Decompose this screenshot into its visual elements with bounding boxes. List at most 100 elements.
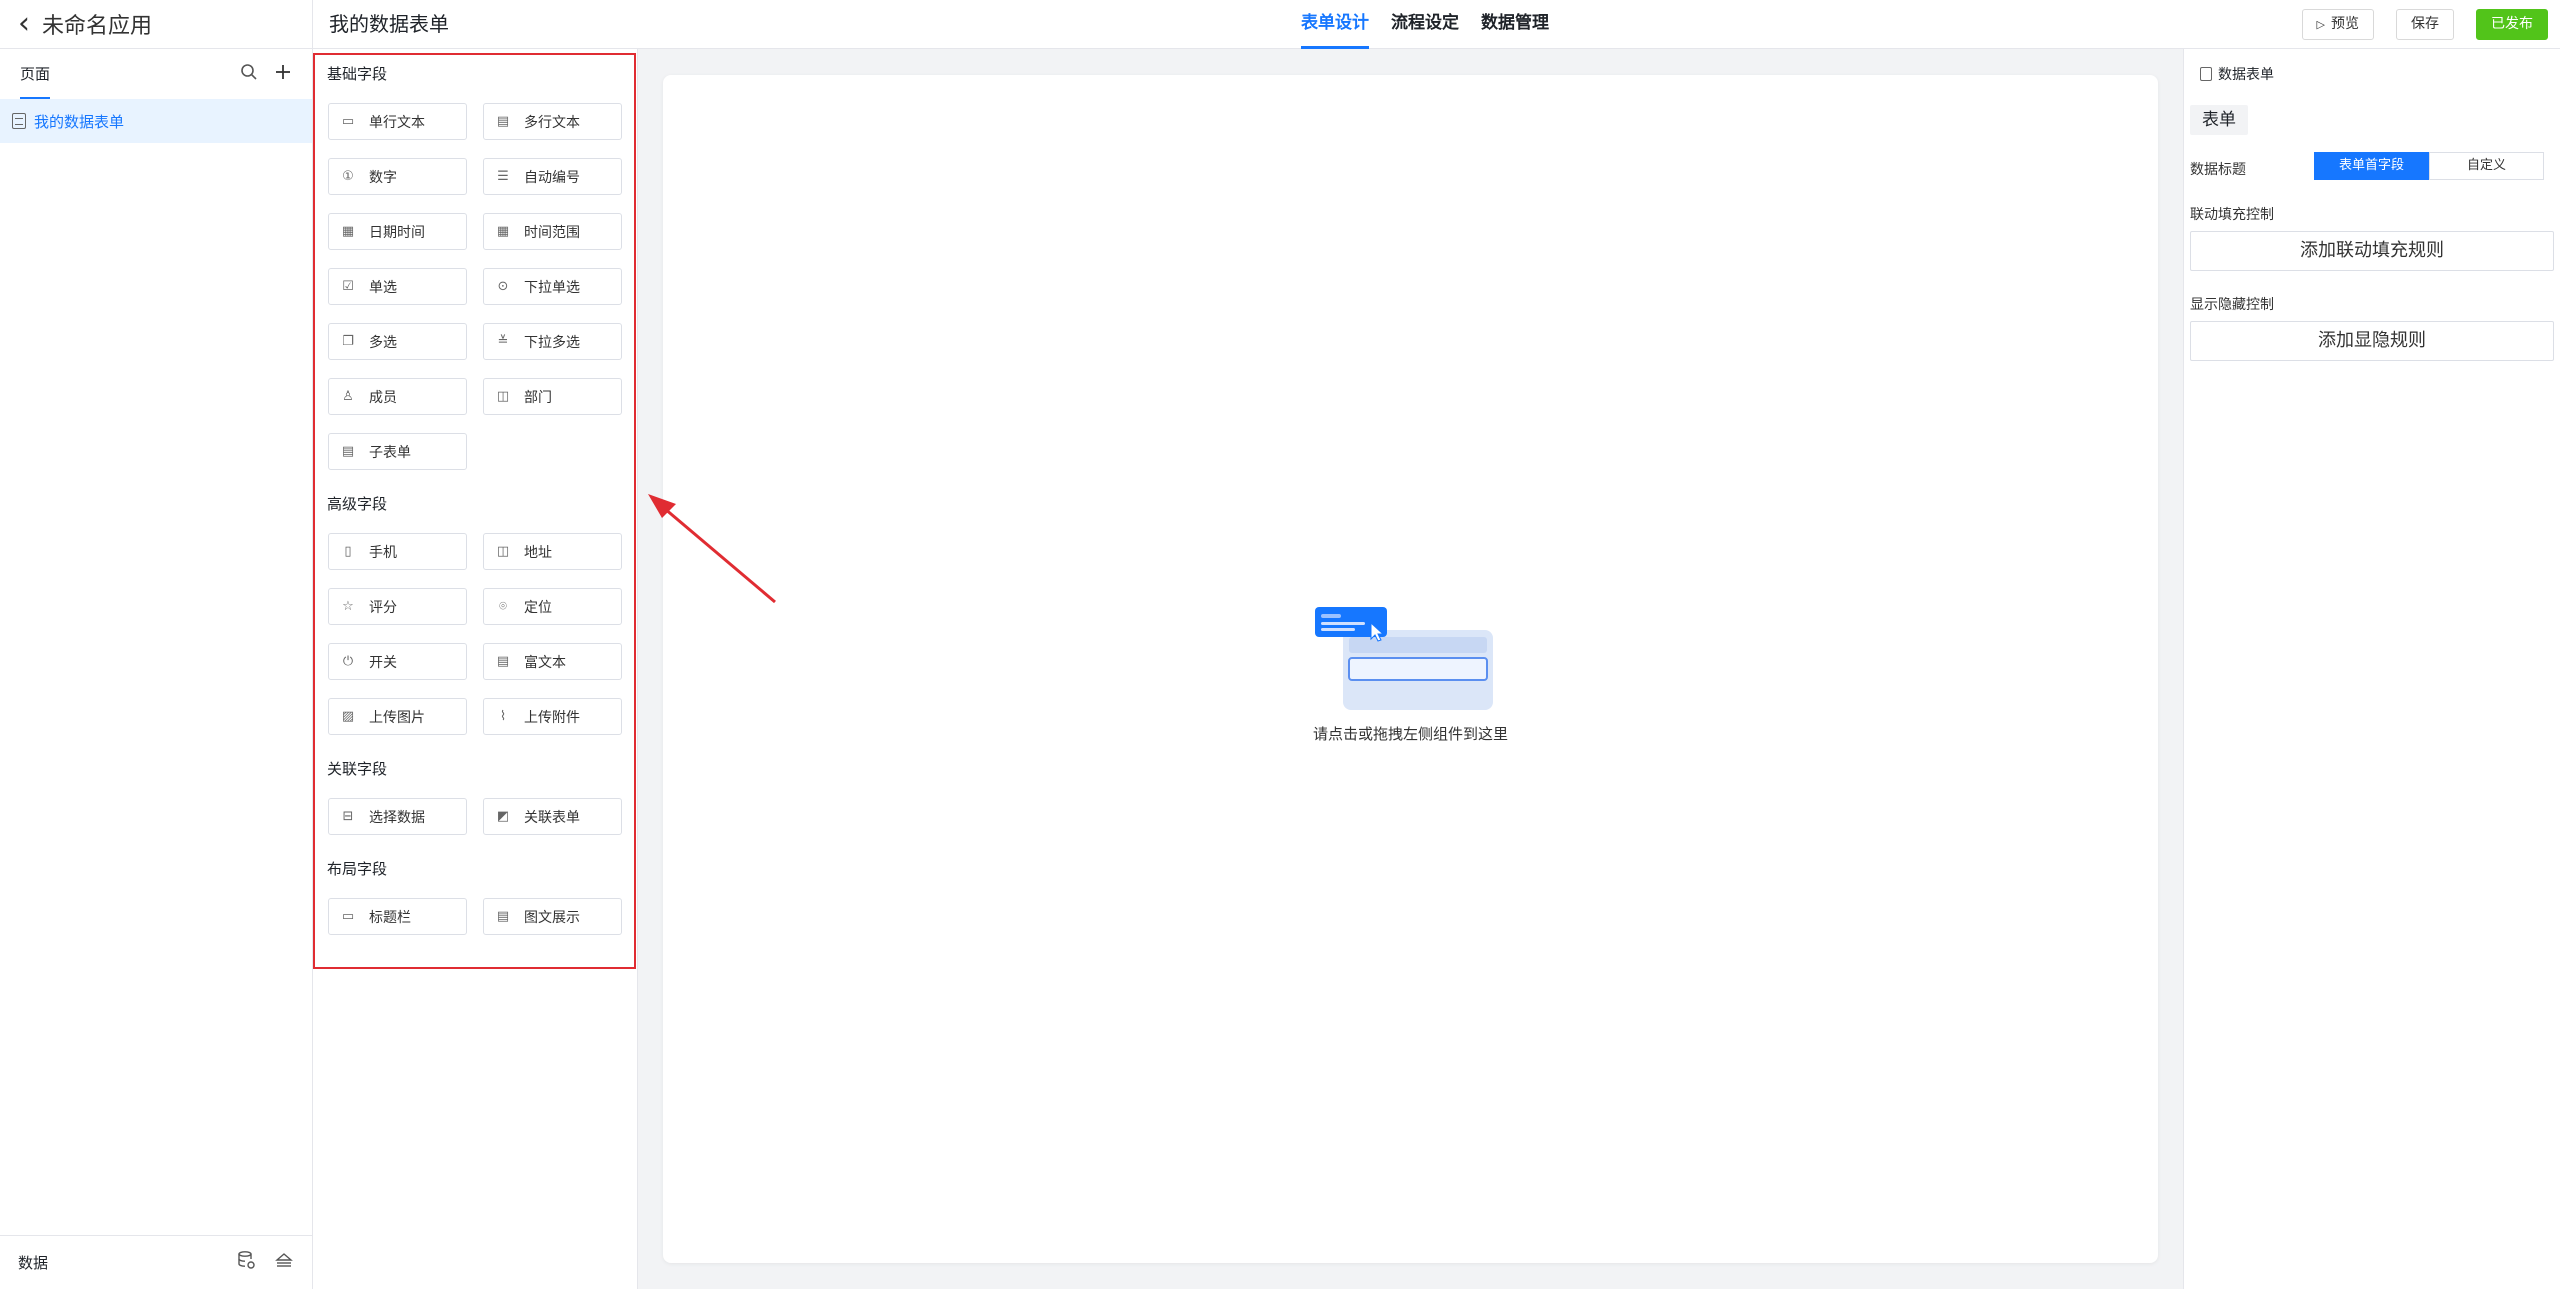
component-label: 手机 xyxy=(369,544,397,561)
select-data-icon: ⊟ xyxy=(342,809,354,824)
empty-illustration xyxy=(1315,607,1493,710)
sidebar-item-my-form[interactable]: 我的数据表单 xyxy=(0,99,312,143)
component-upload-image[interactable]: ▨ 上传图片 xyxy=(328,698,467,735)
tab-workflow[interactable]: 流程设定 xyxy=(1391,0,1459,49)
search-icon[interactable] xyxy=(240,63,258,86)
component-label: 单行文本 xyxy=(369,114,425,131)
properties-header: 数据表单 xyxy=(2184,49,2560,99)
component-linked-form[interactable]: ◩ 关联表单 xyxy=(483,798,622,835)
title-bar-icon: ▭ xyxy=(341,909,355,924)
component-member[interactable]: ♙ 成员 xyxy=(328,378,467,415)
form-canvas[interactable]: 请点击或拖拽左侧组件到这里 xyxy=(663,75,2158,1263)
image-text-icon: ▤ xyxy=(496,909,510,924)
component-dropdown-single[interactable]: ⊙ 下拉单选 xyxy=(483,268,622,305)
component-label: 数字 xyxy=(369,169,397,186)
component-rating[interactable]: ☆ 评分 xyxy=(328,588,467,625)
map-icon: ◫ xyxy=(496,544,510,559)
segment-custom[interactable]: 自定义 xyxy=(2429,152,2544,180)
collapse-icon[interactable] xyxy=(274,1250,294,1275)
app-window: ‹ 未命名应用 页面 我的数据表单 数据 我的数据表单 表单设计 流程设定 数据… xyxy=(0,0,2560,1289)
component-number[interactable]: ① 数字 xyxy=(328,158,467,195)
number-icon: ① xyxy=(342,169,354,184)
component-phone[interactable]: ▯ 手机 xyxy=(328,533,467,570)
header-actions: ▷ 预览 保存 已发布 xyxy=(2280,9,2548,40)
text-icon: ▭ xyxy=(341,114,355,129)
calendar-range-icon: ▦ xyxy=(496,224,510,239)
component-checkbox[interactable]: ❐ 多选 xyxy=(328,323,467,360)
component-address[interactable]: ◫ 地址 xyxy=(483,533,622,570)
component-subform[interactable]: ▤ 子表单 xyxy=(328,433,467,470)
pages-bar: 页面 xyxy=(0,49,312,99)
component-label: 图文展示 xyxy=(524,909,580,926)
linkage-label: 联动填充控制 xyxy=(2190,207,2274,223)
component-label: 时间范围 xyxy=(524,224,580,241)
linked-form-icon: ◩ xyxy=(496,809,510,824)
left-sidebar: ‹ 未命名应用 页面 我的数据表单 数据 xyxy=(0,0,313,1289)
component-radio[interactable]: ☑ 单选 xyxy=(328,268,467,305)
star-icon: ☆ xyxy=(342,599,354,614)
component-label: 富文本 xyxy=(524,654,566,671)
properties-title: 数据表单 xyxy=(2218,67,2274,83)
play-icon: ▷ xyxy=(2316,18,2325,31)
data-title-segmented: 表单首字段 自定义 xyxy=(2314,152,2544,180)
phone-icon: ▯ xyxy=(344,544,352,559)
component-label: 多行文本 xyxy=(524,114,580,131)
component-label: 自动编号 xyxy=(524,169,580,186)
segment-first-field[interactable]: 表单首字段 xyxy=(2314,152,2429,180)
component-label: 上传图片 xyxy=(369,709,425,726)
tab-pages[interactable]: 页面 xyxy=(20,49,51,99)
power-icon: ⏻ xyxy=(342,654,354,669)
user-icon: ♙ xyxy=(342,389,354,404)
save-button[interactable]: 保存 xyxy=(2396,9,2454,40)
department-icon: ◫ xyxy=(496,389,510,404)
component-label: 评分 xyxy=(369,599,397,616)
component-multi-line-text[interactable]: ▤ 多行文本 xyxy=(483,103,622,140)
plus-icon[interactable] xyxy=(274,63,292,86)
component-switch[interactable]: ⏻ 开关 xyxy=(328,643,467,680)
component-rich-text[interactable]: ▤ 富文本 xyxy=(483,643,622,680)
component-location[interactable]: ⌾ 定位 xyxy=(483,588,622,625)
rich-text-icon: ▤ xyxy=(496,654,510,669)
database-icon[interactable] xyxy=(236,1250,256,1275)
component-select-data[interactable]: ⊟ 选择数据 xyxy=(328,798,467,835)
component-image-text[interactable]: ▤ 图文展示 xyxy=(483,898,622,935)
section-title-basic: 基础字段 xyxy=(327,65,388,83)
component-label: 下拉单选 xyxy=(524,279,580,296)
add-visibility-rule-button[interactable]: 添加显隐规则 xyxy=(2190,321,2554,361)
component-dropdown-multi[interactable]: ≚ 下拉多选 xyxy=(483,323,622,360)
component-label: 日期时间 xyxy=(369,224,425,241)
app-header: ‹ 未命名应用 xyxy=(0,0,312,49)
add-linkage-rule-button[interactable]: 添加联动填充规则 xyxy=(2190,231,2554,271)
preview-button[interactable]: ▷ 预览 xyxy=(2301,9,2374,40)
document-icon: ▤ xyxy=(496,114,510,129)
multi-check-icon: ❐ xyxy=(342,334,354,349)
component-department[interactable]: ◫ 部门 xyxy=(483,378,622,415)
component-label: 关联表单 xyxy=(524,809,580,826)
publish-button[interactable]: 已发布 xyxy=(2476,9,2548,40)
component-auto-number[interactable]: ☰ 自动编号 xyxy=(483,158,622,195)
annotation-arrow xyxy=(648,494,776,604)
paperclip-icon: ⌇ xyxy=(499,709,507,724)
component-datetime[interactable]: ▦ 日期时间 xyxy=(328,213,467,250)
component-time-range[interactable]: ▦ 时间范围 xyxy=(483,213,622,250)
component-label: 子表单 xyxy=(369,444,411,461)
tab-form-design[interactable]: 表单设计 xyxy=(1301,0,1369,49)
component-label: 标题栏 xyxy=(369,909,411,926)
component-upload-attachment[interactable]: ⌇ 上传附件 xyxy=(483,698,622,735)
chevron-left-icon[interactable]: ‹ xyxy=(18,9,30,39)
list-number-icon: ☰ xyxy=(497,169,509,184)
sidebar-item-label: 我的数据表单 xyxy=(34,112,125,131)
data-title-label: 数据标题 xyxy=(2190,162,2246,178)
component-label: 成员 xyxy=(369,389,397,406)
section-title-layout: 布局字段 xyxy=(327,860,388,878)
multi-dropdown-icon: ≚ xyxy=(497,334,509,349)
component-title-bar[interactable]: ▭ 标题栏 xyxy=(328,898,467,935)
tab-data-management[interactable]: 数据管理 xyxy=(1481,0,1549,49)
top-bar: 我的数据表单 表单设计 流程设定 数据管理 ▷ 预览 保存 已发布 xyxy=(313,0,2560,49)
component-single-line-text[interactable]: ▭ 单行文本 xyxy=(328,103,467,140)
component-label: 多选 xyxy=(369,334,397,351)
app-name: 未命名应用 xyxy=(42,14,153,39)
component-label: 部门 xyxy=(524,389,552,406)
component-label: 地址 xyxy=(524,544,552,561)
data-section-label: 数据 xyxy=(18,1254,49,1272)
